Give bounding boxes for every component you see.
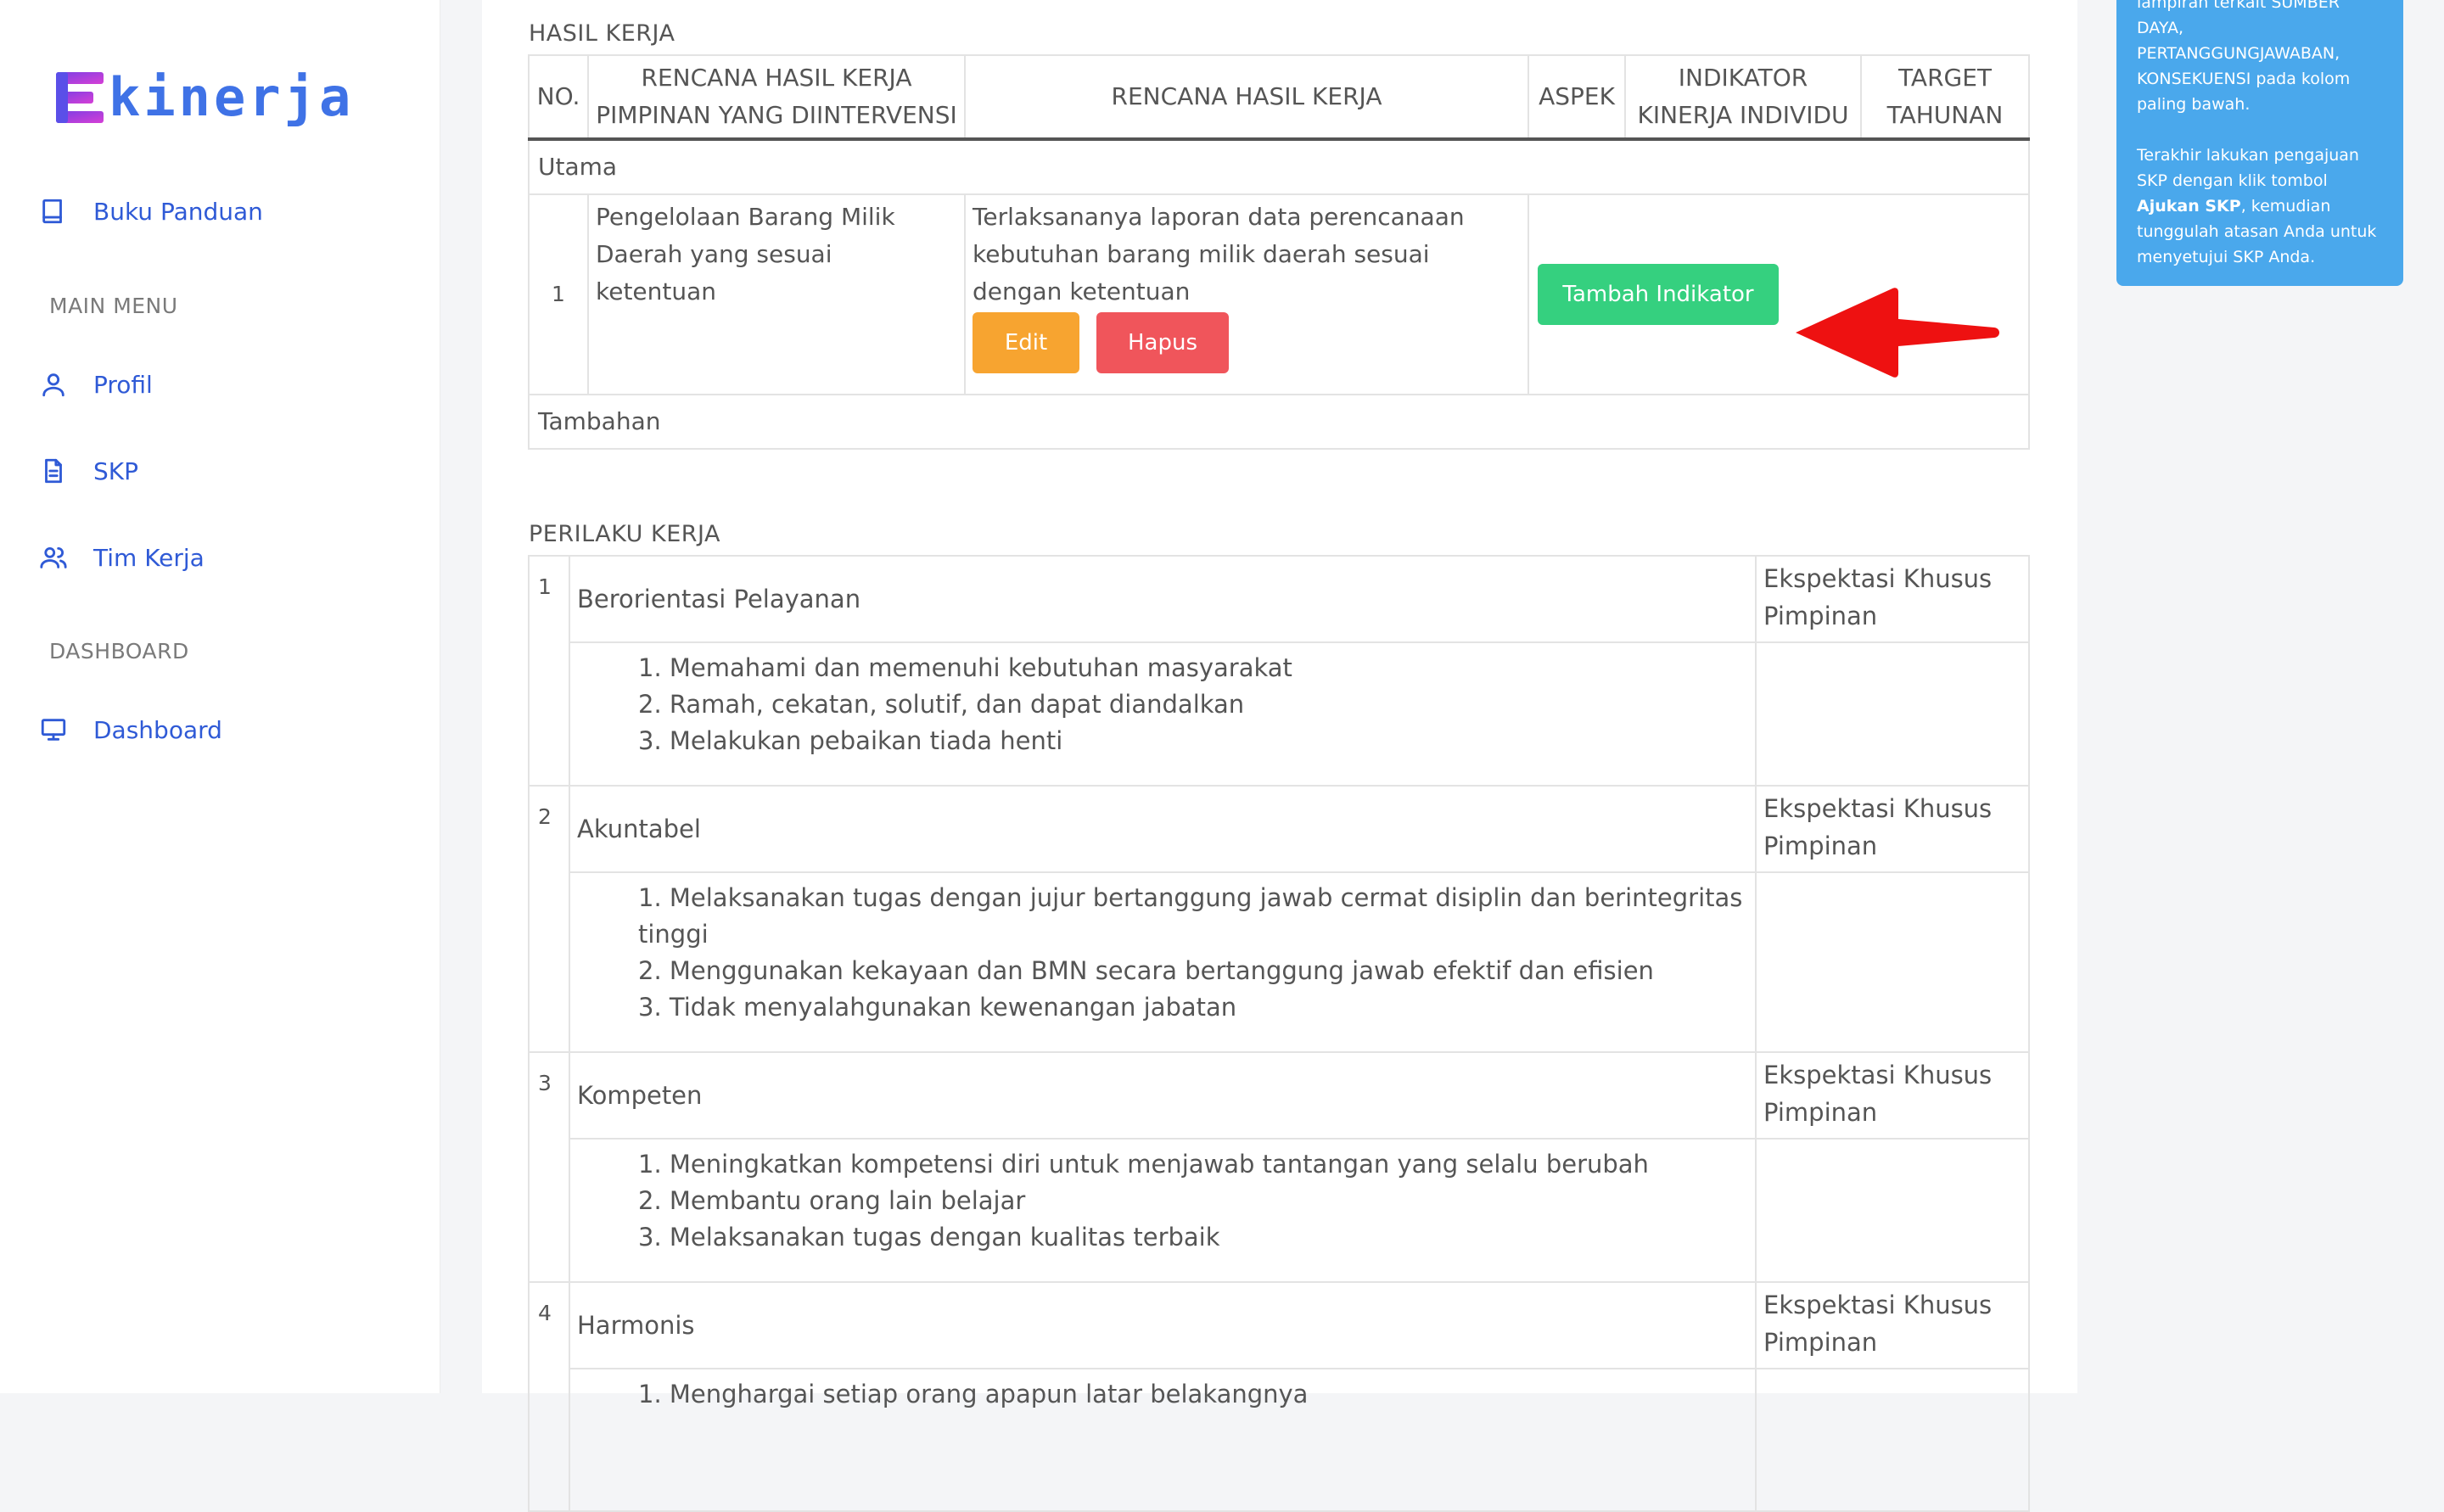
- book-icon: [42, 199, 62, 224]
- col-header-target: TARGET TAHUNAN: [1860, 54, 2030, 141]
- item-number: 3: [528, 1051, 570, 1283]
- info-text-2: Terakhir lakukan pengajuan SKP dengan kl…: [2137, 143, 2383, 270]
- info-text-1: lampiran terkait SUMBER DAYA, PERTANGGUN…: [2137, 0, 2351, 114]
- list-item: 1. Memahami dan memenuhi kebutuhan masya…: [638, 653, 1292, 682]
- perilaku-title: Harmonis: [569, 1281, 1757, 1369]
- hapus-button[interactable]: Hapus: [1096, 312, 1229, 373]
- sidebar-item-label: Buku Panduan: [93, 197, 263, 226]
- perilaku-points: 1. Menghargai setiap orang apapun latar …: [569, 1368, 1757, 1512]
- group-label-tambahan: Tambahan: [528, 394, 2030, 450]
- sidebar: kinerja Buku Panduan MAIN MENU Profil SK…: [0, 0, 440, 1393]
- ajukan-skp-emphasis: Ajukan SKP: [2137, 197, 2241, 216]
- rencana-text: Terlaksananya laporan data perencanaan k…: [973, 203, 1465, 305]
- table-row: 1. Memahami dan memenuhi kebutuhan masya…: [529, 641, 2030, 787]
- tambah-indikator-button[interactable]: Tambah Indikator: [1538, 264, 1779, 325]
- sidebar-item-skp[interactable]: SKP: [39, 456, 138, 485]
- dashboard-heading: DASHBOARD: [49, 639, 189, 664]
- ekspektasi-value: [1755, 871, 2030, 1053]
- list-item: 1. Melaksanakan tugas dengan jujur berta…: [638, 883, 1743, 949]
- ekspektasi-label: Ekspektasi Khusus Pimpinan: [1755, 785, 2030, 873]
- item-number: 4: [528, 1281, 570, 1512]
- monitor-icon: [41, 719, 66, 741]
- list-item: 2. Ramah, cekatan, solutif, dan dapat di…: [638, 690, 1245, 719]
- ekspektasi-label: Ekspektasi Khusus Pimpinan: [1755, 1281, 2030, 1369]
- list-item: 2. Menggunakan kekayaan dan BMN secara b…: [638, 956, 1654, 985]
- perilaku-kerja-table: 1 Berorientasi Pelayanan Ekspektasi Khus…: [528, 555, 2030, 1512]
- logo-text: kinerja: [109, 66, 355, 128]
- row-number: 1: [528, 193, 589, 395]
- table-row: 2 Akuntabel Ekspektasi Khusus Pimpinan: [528, 785, 2030, 1053]
- col-header-rencana: RENCANA HASIL KERJA: [964, 54, 1529, 141]
- group-label-utama: Utama: [528, 138, 2030, 195]
- item-number: 2: [528, 785, 570, 1053]
- perilaku-points: 1. Meningkatkan kompetensi diri untuk me…: [569, 1138, 1757, 1283]
- group-row-utama: Utama: [528, 138, 2030, 195]
- points-list: 1. Meningkatkan kompetensi diri untuk me…: [638, 1146, 1748, 1256]
- sidebar-item-tim-kerja[interactable]: Tim Kerja: [39, 543, 205, 572]
- group-row-tambahan: Tambahan: [528, 394, 2030, 450]
- document-icon: [45, 458, 62, 484]
- list-item: 3. Melakukan pebaikan tiada henti: [638, 726, 1063, 755]
- table-header-row: NO. RENCANA HASIL KERJA PIMPINAN YANG DI…: [528, 54, 2030, 141]
- points-list: 1. Melaksanakan tugas dengan jujur berta…: [638, 880, 1748, 1026]
- sidebar-item-label: Tim Kerja: [93, 543, 205, 572]
- list-item: 3. Melaksanakan tugas dengan kualitas te…: [638, 1223, 1220, 1252]
- ekspektasi-value: [1755, 1138, 2030, 1283]
- table-row: 1. Melaksanakan tugas dengan jujur berta…: [529, 871, 2030, 1053]
- perilaku-kerja-title: PERILAKU KERJA: [529, 521, 721, 547]
- item-number: 1: [528, 555, 570, 787]
- red-arrow-annotation: [1796, 288, 1999, 378]
- rencana-pimpinan-cell: Pengelolaan Barang Milik Daerah yang ses…: [587, 193, 966, 395]
- sidebar-item-buku-panduan[interactable]: Buku Panduan: [39, 197, 263, 226]
- rencana-cell: Terlaksananya laporan data perencanaan k…: [964, 193, 1529, 395]
- main-menu-heading: MAIN MENU: [49, 294, 178, 318]
- list-item: 1. Meningkatkan kompetensi diri untuk me…: [638, 1150, 1649, 1179]
- info-text-2-prefix: Terakhir lakukan pengajuan SKP dengan kl…: [2137, 146, 2359, 190]
- user-icon: [42, 373, 64, 397]
- ekspektasi-label: Ekspektasi Khusus Pimpinan: [1755, 1051, 2030, 1140]
- sidebar-item-label: SKP: [93, 456, 139, 485]
- list-item: 1. Menghargai setiap orang apapun latar …: [638, 1380, 1309, 1408]
- perilaku-points: 1. Melaksanakan tugas dengan jujur berta…: [569, 871, 1757, 1053]
- points-list: 1. Memahami dan memenuhi kebutuhan masya…: [638, 650, 1748, 759]
- col-header-rencana-pimpinan: RENCANA HASIL KERJA PIMPINAN YANG DIINTE…: [587, 54, 966, 141]
- sidebar-item-label: Dashboard: [93, 715, 222, 744]
- sidebar-item-label: Profil: [93, 370, 153, 399]
- ekspektasi-value: [1755, 641, 2030, 787]
- edit-button[interactable]: Edit: [973, 312, 1079, 373]
- col-header-aspek: ASPEK: [1528, 54, 1626, 141]
- col-header-indikator: INDIKATOR KINERJA INDIVIDU: [1624, 54, 1862, 141]
- list-item: 2. Membantu orang lain belajar: [638, 1186, 1026, 1215]
- table-row: 3 Kompeten Ekspektasi Khusus Pimpinan: [528, 1051, 2030, 1283]
- users-icon: [40, 546, 67, 568]
- sidebar-item-profil[interactable]: Profil: [39, 370, 153, 399]
- table-row: 1 Berorientasi Pelayanan Ekspektasi Khus…: [528, 555, 2030, 787]
- perilaku-points: 1. Memahami dan memenuhi kebutuhan masya…: [569, 641, 1757, 787]
- points-list: 1. Menghargai setiap orang apapun latar …: [638, 1376, 1748, 1413]
- hasil-kerja-table: NO. RENCANA HASIL KERJA PIMPINAN YANG DI…: [528, 54, 2030, 450]
- info-box: lampiran terkait SUMBER DAYA, PERTANGGUN…: [2116, 0, 2403, 286]
- app-logo[interactable]: kinerja: [56, 66, 354, 128]
- table-row: 4 Harmonis Ekspektasi Khusus Pimpinan: [528, 1281, 2030, 1512]
- ekspektasi-label: Ekspektasi Khusus Pimpinan: [1755, 555, 2030, 643]
- perilaku-title: Akuntabel: [569, 785, 1757, 873]
- perilaku-title: Kompeten: [569, 1051, 1757, 1140]
- perilaku-title: Berorientasi Pelayanan: [569, 555, 1757, 643]
- col-header-no: NO.: [528, 54, 589, 141]
- sidebar-item-dashboard[interactable]: Dashboard: [39, 715, 222, 744]
- hasil-kerja-title: HASIL KERJA: [529, 20, 675, 47]
- ekspektasi-value: [1755, 1368, 2030, 1512]
- logo-e-icon: [56, 71, 104, 123]
- table-row: 1. Meningkatkan kompetensi diri untuk me…: [529, 1138, 2030, 1283]
- list-item: 3. Tidak menyalahgunakan kewenangan jaba…: [638, 993, 1237, 1022]
- table-row: 1. Menghargai setiap orang apapun latar …: [529, 1368, 2030, 1512]
